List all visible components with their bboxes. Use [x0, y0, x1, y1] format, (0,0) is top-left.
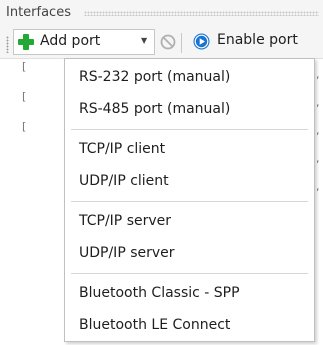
add-port-dropdown-menu: RS-232 port (manual) RS-485 port (manual… — [64, 58, 315, 342]
menu-item-tcp-server[interactable]: TCP/IP server — [79, 210, 299, 232]
list-row-marker: [ — [22, 90, 27, 103]
add-port-label: Add port — [40, 33, 101, 49]
menu-item-bt-le[interactable]: Bluetooth LE Connect — [79, 314, 299, 336]
dropdown-arrow-icon[interactable]: ▼ — [141, 36, 147, 45]
add-port-button[interactable]: Add port ▼ — [13, 29, 155, 55]
list-row-end: , — [316, 152, 320, 165]
list-row-end: , — [316, 180, 320, 193]
menu-item-bt-classic[interactable]: Bluetooth Classic - SPP — [79, 282, 299, 304]
menu-separator — [71, 201, 308, 202]
list-row-marker: [ — [22, 120, 27, 133]
disabled-stop-icon[interactable] — [160, 34, 176, 50]
menu-separator — [71, 273, 308, 274]
list-row-marker: [ — [22, 60, 27, 73]
toolbar: Add port ▼ Enable port — [0, 28, 323, 59]
title-grip-pattern — [84, 11, 319, 16]
menu-item-tcp-client[interactable]: TCP/IP client — [79, 138, 299, 160]
list-row-end: , — [316, 124, 320, 137]
list-row-end: , — [316, 96, 320, 109]
menu-item-udp-client[interactable]: UDP/IP client — [79, 170, 299, 192]
list-row-end: , — [316, 68, 320, 81]
play-icon[interactable] — [193, 33, 210, 50]
menu-separator — [71, 129, 308, 130]
toolbar-separator — [181, 33, 182, 53]
panel-title: Interfaces — [6, 5, 75, 20]
grip-icon[interactable] — [6, 36, 9, 53]
menu-item-udp-server[interactable]: UDP/IP server — [79, 242, 299, 264]
panel-header: Interfaces — [0, 0, 323, 29]
enable-port-button[interactable]: Enable port — [217, 32, 298, 48]
menu-item-rs485[interactable]: RS-485 port (manual) — [79, 98, 299, 120]
menu-item-rs232[interactable]: RS-232 port (manual) — [79, 66, 299, 88]
plus-icon — [18, 34, 34, 50]
